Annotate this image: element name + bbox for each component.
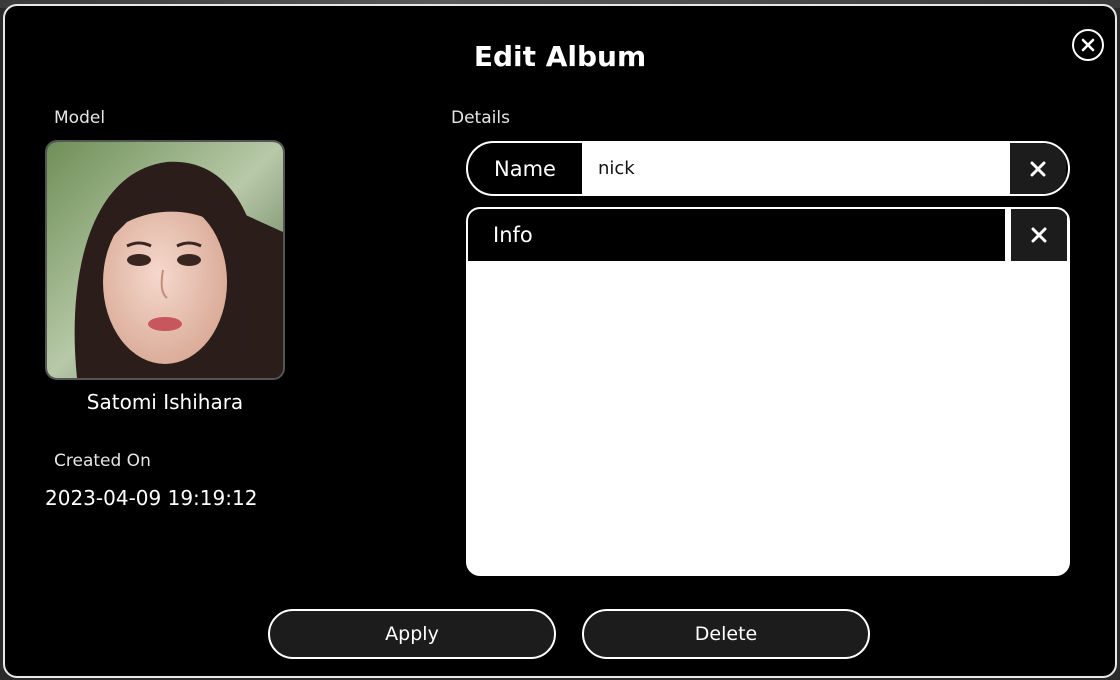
model-photo[interactable] [45,140,285,380]
info-field-box: Info [466,207,1070,576]
created-on-label: Created On [54,451,151,471]
model-name: Satomi Ishihara [86,390,244,414]
model-label: Model [54,108,106,128]
details-label: Details [451,108,510,128]
clear-name-button[interactable] [1010,143,1066,194]
created-on-value: 2023-04-09 19:19:12 [45,486,258,510]
name-input[interactable] [582,143,1010,194]
close-x-icon [1030,161,1046,176]
apply-button[interactable]: Apply [268,609,556,659]
info-label: Info [468,209,1005,261]
info-textarea[interactable] [468,261,1068,574]
name-label: Name [494,156,556,181]
edit-album-dialog: Edit Album Model Satomi Ishihara Created… [3,4,1117,678]
portrait-image-icon [47,142,283,378]
clear-info-button[interactable] [1011,209,1067,261]
name-field-row: Name [466,141,1070,196]
dialog-title: Edit Album [473,40,647,73]
delete-button[interactable]: Delete [582,609,870,659]
close-button[interactable] [1072,29,1104,61]
close-icon [1081,38,1095,52]
close-x-icon [1031,227,1047,243]
